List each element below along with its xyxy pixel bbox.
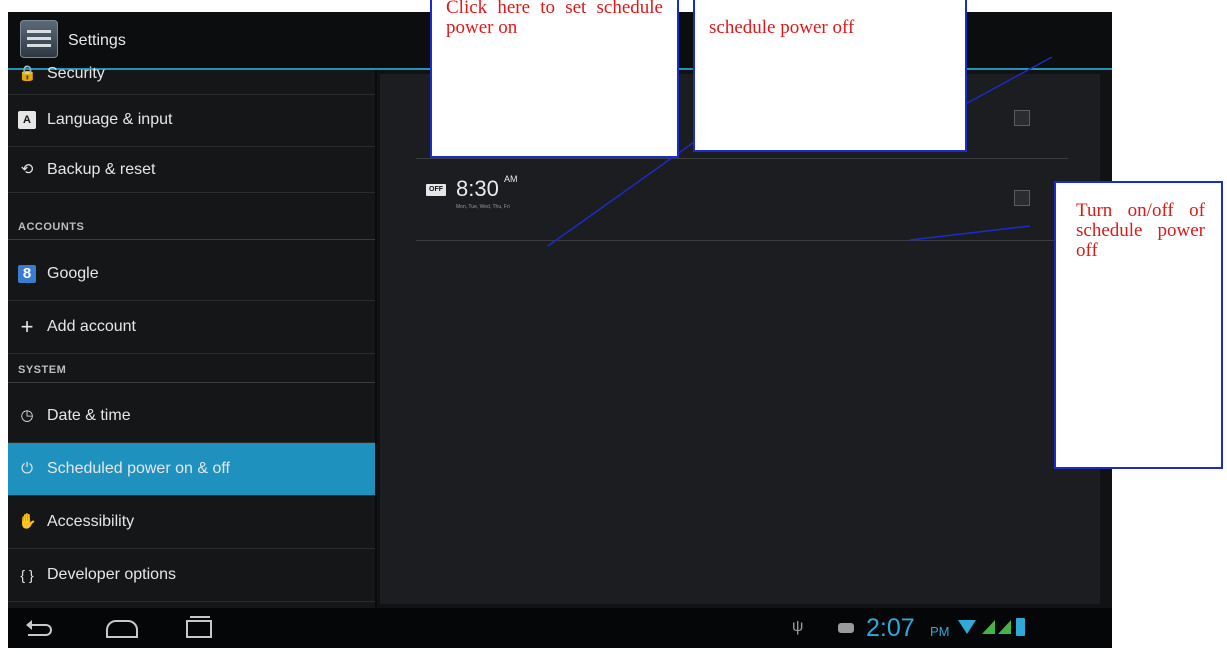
pointer-line-toggle [909, 225, 1031, 241]
callout-toggle: Turn on/off of schedule power off [1054, 181, 1223, 469]
callout-power-off: schedule power off [693, 0, 967, 152]
callout-power-on: Click here to set schedule power on [430, 0, 679, 158]
